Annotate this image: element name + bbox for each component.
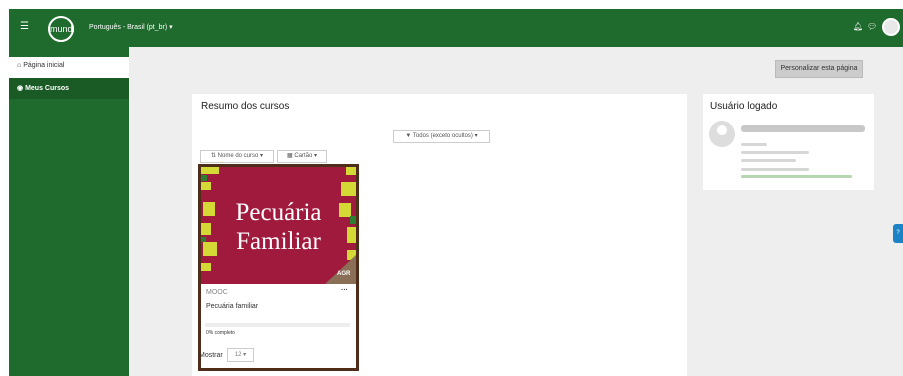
chat-icon[interactable]: 💬︎ — [867, 22, 877, 31]
filter-label: Todos (exceto ocultos) ▾ — [412, 133, 478, 139]
progress-bar — [205, 323, 350, 327]
filter-dropdown[interactable]: ▼ Todos (exceto ocultos) ▾ — [393, 130, 490, 143]
course-name[interactable]: Pecuária familiar — [206, 303, 258, 310]
user-name-blurred — [741, 125, 865, 132]
course-menu-icon[interactable]: ··· — [341, 287, 348, 294]
site-logo[interactable]: mundi — [48, 16, 75, 42]
view-dropdown[interactable]: ▦ Cartão ▾ — [277, 150, 327, 163]
user-info-blurred — [741, 151, 809, 154]
filter-icon: ▼ — [405, 133, 412, 139]
hamburger-icon[interactable]: ☰ — [20, 22, 29, 32]
user-info-blurred — [741, 168, 809, 171]
user-email-blurred[interactable] — [741, 175, 852, 178]
dashboard-icon: ◉ — [17, 85, 24, 92]
page-size-label: Mostrar — [199, 352, 223, 359]
user-info-blurred — [741, 159, 796, 162]
sort-dropdown[interactable]: ⇅ Nome do curso ▾ — [200, 150, 274, 163]
course-category: MOOC — [206, 289, 228, 296]
user-avatar — [709, 121, 735, 147]
grid-icon: ▦ — [286, 153, 293, 159]
progress-text: 0% completo — [206, 330, 235, 336]
sort-label: Nome do curso ▾ — [217, 153, 264, 159]
logo-text: mundi — [50, 24, 75, 34]
sidebar-item-label: Página inicial — [23, 62, 65, 69]
page-size-select[interactable]: 12 ▾ — [227, 348, 254, 362]
language-selector[interactable]: Português - Brasil (pt_br) ▾ — [89, 23, 173, 31]
home-icon: ⌂ — [17, 62, 22, 69]
help-icon: ? — [896, 230, 900, 236]
view-label: Cartão ▾ — [294, 153, 318, 159]
customize-page-button[interactable]: Personalizar esta página — [775, 60, 863, 78]
avatar[interactable] — [882, 18, 900, 36]
sort-icon: ⇅ — [210, 153, 216, 159]
course-tag: AGR — [337, 271, 351, 277]
bell-icon[interactable]: 🔔︎ — [853, 22, 863, 31]
sidebar-item-my-courses[interactable]: ◉ Meus Cursos — [9, 78, 129, 99]
help-button[interactable]: ? — [893, 224, 903, 243]
user-info-blurred — [741, 143, 767, 146]
course-image-title: Pecuária Familiar — [235, 199, 322, 255]
sidebar-item-label: Meus Cursos — [25, 85, 70, 92]
sidebar-item-home[interactable]: ⌂ Página inicial — [9, 57, 129, 78]
courses-overview-title: Resumo dos cursos — [201, 101, 290, 112]
logged-user-title: Usuário logado — [710, 101, 778, 112]
